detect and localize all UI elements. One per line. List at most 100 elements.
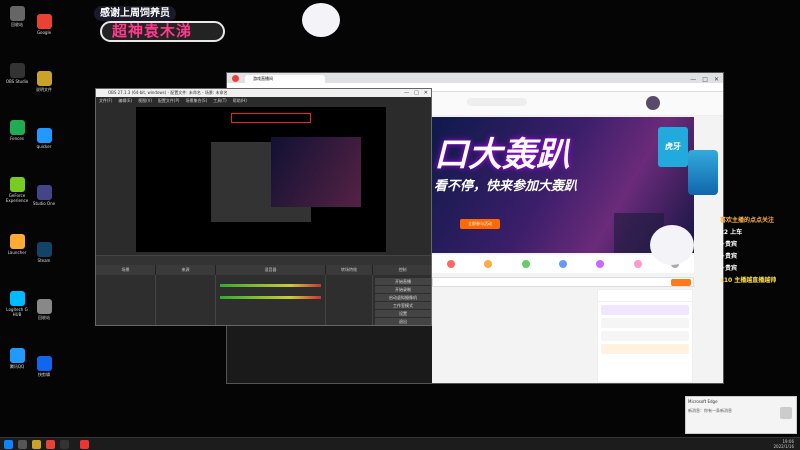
desktop-icon-label: Logitech G HUB <box>6 307 28 317</box>
start-icon[interactable] <box>4 440 13 449</box>
icon-k[interactable]: 快剪辑 <box>29 356 59 377</box>
side-card: 虎牙 <box>658 127 688 167</box>
geforce-icon <box>9 177 25 192</box>
desktop-icon-label: quicker <box>36 144 52 149</box>
clock-date: 2022/1/16 <box>773 444 794 449</box>
danmaku-overlay: 喜欢主播的点点关注 x2 上车 +贵宾 +贵宾 +贵宾 x10 主播越直播越帅 <box>650 215 800 290</box>
site-search-input[interactable] <box>467 98 527 106</box>
danmaku-line: x2 上车 <box>720 229 743 236</box>
audio-mixer[interactable] <box>216 275 326 325</box>
toast-notification[interactable]: Microsoft Edge 新消息：你有一条新消息 <box>685 396 797 434</box>
banner-button[interactable]: 立即参与活动 <box>460 219 500 229</box>
obs-control-button[interactable]: 设置 <box>375 310 431 317</box>
icon-fence[interactable]: Fences <box>2 120 32 141</box>
danmu-input[interactable] <box>432 277 694 287</box>
recycle-bin-icon <box>9 6 25 21</box>
folder-icon <box>36 71 52 86</box>
obs-preview <box>136 107 386 252</box>
obs-dock-headers: 场景 来源 混音器 转场特效 控制 <box>96 265 431 275</box>
desktop-icon-label: 回收站 <box>11 22 23 27</box>
chrome-icon[interactable] <box>46 440 55 449</box>
app-icon[interactable] <box>80 440 89 449</box>
icon-logitech[interactable]: Logitech G HUB <box>2 291 32 317</box>
search-icon[interactable] <box>18 440 27 449</box>
desktop-icon-label: Google <box>36 30 52 35</box>
icon-qq[interactable]: 腾讯QQ <box>2 348 32 369</box>
gift-icon[interactable] <box>446 260 455 268</box>
obs-dock-header: 控制 <box>373 265 431 275</box>
browser-tab[interactable]: 游戏直播间 <box>245 75 325 83</box>
obs-control-button[interactable]: 工作室模式 <box>375 302 431 309</box>
danmaku-line: +贵宾 <box>720 241 738 248</box>
thanks-line2: 超神袁木涕 <box>100 21 225 42</box>
obs-menu-item[interactable]: 帮助(H) <box>233 97 247 105</box>
obs-menu-item[interactable]: 工具(T) <box>213 97 227 105</box>
gift-icon[interactable] <box>633 260 642 268</box>
controls-panel: 开始直播 开始录制 启动虚拟摄像机 工作室模式 设置 退出 <box>373 275 431 325</box>
fence-icon <box>9 120 25 135</box>
obs-dock-header: 转场特效 <box>326 265 373 275</box>
obs-menu-item[interactable]: 视图(V) <box>138 97 152 105</box>
banner-subtitle: 看不停，快来参加大轰趴 <box>434 179 578 194</box>
desktop-icon-label: Studio One <box>32 201 56 206</box>
scenes-list[interactable] <box>96 275 156 325</box>
icon-studio[interactable]: Studio One <box>29 185 59 206</box>
event-badge <box>688 150 718 195</box>
gift-icon[interactable] <box>558 260 567 268</box>
toast-image <box>780 407 792 419</box>
window-controls[interactable]: — □ ✕ <box>690 74 719 83</box>
sources-list[interactable] <box>156 275 216 325</box>
banner-title: 口大轰趴 <box>434 135 570 175</box>
gift-icon[interactable] <box>596 260 605 268</box>
thanks-line1: 感谢上周饲养员 <box>94 6 176 21</box>
steam-icon <box>36 242 52 257</box>
danmaku-line: 喜欢主播的点点关注 <box>720 217 775 224</box>
icon-geforce[interactable]: GeForce Experience <box>2 177 32 203</box>
desktop-icon-label: 说明文件 <box>36 87 52 92</box>
obs-menu-item[interactable]: 配置文件(P) <box>158 97 180 105</box>
danmaku-line: +贵宾 <box>720 253 738 260</box>
obs-icon[interactable] <box>60 440 69 449</box>
logitech-icon <box>9 291 25 306</box>
icon-launcher[interactable]: Launcher <box>2 234 32 255</box>
folder-icon[interactable] <box>32 440 41 449</box>
danmaku-line: +贵宾 <box>720 265 738 272</box>
icon-trash[interactable]: 回收站 <box>29 299 59 320</box>
obs-dock-header: 场景 <box>96 265 156 275</box>
desktop: 回收站 Google OBS Studio 说明文件 Fences quicker GeFo… <box>0 0 800 437</box>
avatar[interactable] <box>646 96 660 110</box>
thanks-overlay: 感谢上周饲养员 超神袁木涕 <box>92 3 340 43</box>
chat-panel <box>597 289 693 383</box>
k-icon <box>36 356 52 371</box>
obs-control-button[interactable]: 开始直播 <box>375 278 431 285</box>
obs-menu-item[interactable]: 编辑(E) <box>118 97 132 105</box>
icon-chrome[interactable]: Google <box>29 14 59 35</box>
desktop-icon-label: GeForce Experience <box>5 193 29 203</box>
obs-window[interactable]: OBS 27.1.3 (64-bit, windows) - 配置文件: 未命名… <box>95 88 432 326</box>
transitions-panel[interactable] <box>326 275 373 325</box>
obs-menubar: 文件(F) 编辑(E) 视图(V) 配置文件(P) 场景集合(S) 工具(T) 帮助(H) <box>96 97 431 105</box>
icon-recycle-bin[interactable]: 回收站 <box>2 6 32 27</box>
icon-steam[interactable]: Steam <box>29 242 59 263</box>
icon-folder[interactable]: 说明文件 <box>29 71 59 92</box>
obs-control-button[interactable]: 开始录制 <box>375 286 431 293</box>
gift-icon[interactable] <box>484 260 493 268</box>
window-controls[interactable]: — □ ✕ <box>404 89 428 96</box>
obs-menu-item[interactable]: 文件(F) <box>99 97 112 105</box>
toast-title: Microsoft Edge <box>688 399 718 404</box>
icon-obs[interactable]: OBS Studio <box>2 63 32 84</box>
taskbar: 19:06 2022/1/16 <box>0 437 800 450</box>
desktop-icon-label: Steam <box>37 258 51 263</box>
desktop-icon-label: Fences <box>10 136 24 141</box>
desktop-icon-label: Launcher <box>7 250 27 255</box>
trash-icon <box>36 299 52 314</box>
mascot-icon <box>650 225 694 265</box>
danmaku-line: x10 主播越直播越帅 <box>720 277 777 284</box>
obs-menu-item[interactable]: 场景集合(S) <box>185 97 207 105</box>
desktop-icon-label: 腾讯QQ <box>9 364 25 369</box>
obs-control-button[interactable]: 启动虚拟摄像机 <box>375 294 431 301</box>
icon-quicker[interactable]: quicker <box>29 128 59 149</box>
obs-dock-header: 来源 <box>156 265 216 275</box>
gift-icon[interactable] <box>521 260 530 268</box>
obs-control-button[interactable]: 退出 <box>375 318 431 325</box>
